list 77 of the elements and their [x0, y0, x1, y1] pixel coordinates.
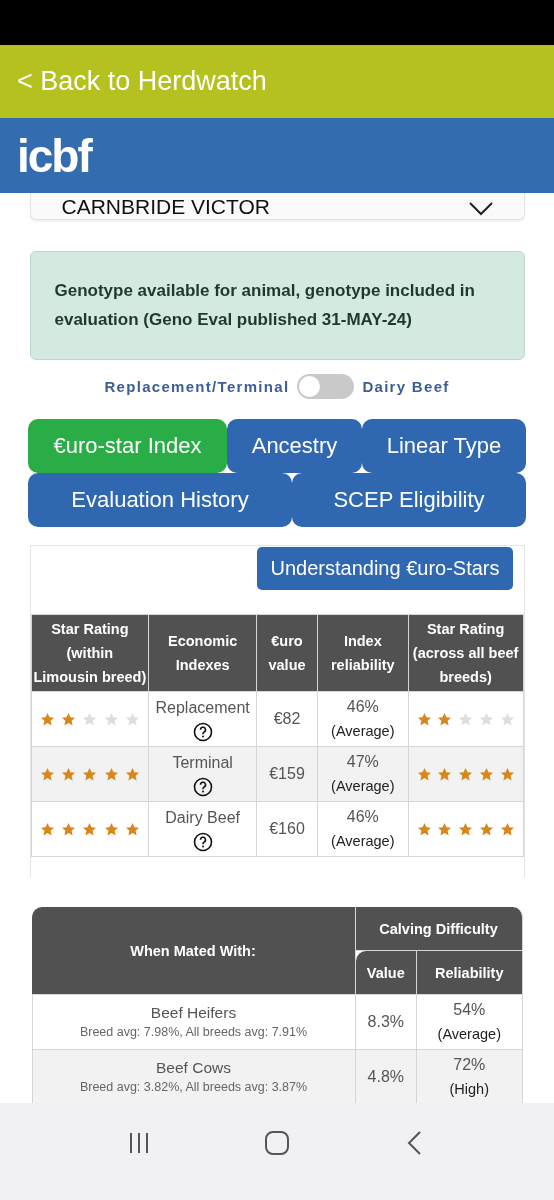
tab[interactable]: €uro-star Index [28, 419, 227, 473]
star-icon [437, 821, 453, 837]
star-icon [125, 766, 141, 782]
tab[interactable]: Ancestry [227, 419, 362, 473]
reliability-value: 46% [345, 697, 380, 717]
tab[interactable]: Linear Type [362, 419, 526, 473]
column-header: Star Rating (across all beef breeds) [408, 614, 523, 692]
star-icon [39, 711, 55, 727]
star-icon [416, 766, 432, 782]
star-icon [458, 821, 474, 837]
column-header: Index reliability [317, 614, 409, 692]
understanding-button[interactable]: Understanding €uro-Stars [257, 547, 513, 590]
star-icon [103, 711, 119, 727]
column-header: Economic Indexes [148, 614, 257, 692]
star-icon [458, 766, 474, 782]
star-icon [416, 821, 432, 837]
index-name: Terminal [171, 753, 234, 773]
star-icon [499, 821, 515, 837]
star-icon [437, 711, 453, 727]
star-icon [125, 711, 141, 727]
star-icon [437, 766, 453, 782]
logo: icbf [17, 132, 91, 179]
star-icon [103, 821, 119, 837]
column-header: Value [355, 951, 418, 995]
reliability-value: 72% [452, 1055, 487, 1075]
reliability-level: (Average) [330, 832, 396, 851]
animal-select[interactable]: CARNBRIDE VICTOR [29, 193, 525, 220]
index-name: Dairy Beef [164, 808, 241, 828]
column-header: When Mated With: [31, 907, 356, 995]
star-icon [82, 766, 98, 782]
star-icon [458, 711, 474, 727]
toggle-label: Replacement/Terminal [104, 378, 290, 395]
star-icon [82, 711, 98, 727]
euro-value: €159 [268, 764, 306, 784]
star-icon [416, 711, 432, 727]
breed-average-note: Breed avg: 7.98%, All breeds avg: 7.91% [78, 1024, 309, 1041]
tab[interactable]: Evaluation History [28, 473, 292, 527]
reliability-level: (Average) [330, 722, 396, 741]
column-header: €uro value [256, 614, 318, 692]
help-icon[interactable] [192, 832, 213, 852]
star-icon [61, 711, 76, 727]
toggle-label: Dairy Beef [362, 378, 450, 395]
reliability-level: (High) [448, 1080, 490, 1099]
star-icon [61, 821, 76, 837]
calving-value: 8.3% [366, 1012, 405, 1032]
breed-average-note: Breed avg: 3.82%, All breeds avg: 3.87% [78, 1079, 309, 1096]
star-icon [499, 766, 515, 782]
reliability-value: 47% [345, 752, 380, 772]
reliability-level: (Average) [330, 777, 396, 796]
star-icon [478, 821, 494, 837]
column-header: Star Rating (within Limousin breed) [31, 614, 149, 692]
star-icon [39, 821, 55, 837]
reliability-level: (Average) [436, 1025, 502, 1044]
star-icon [478, 711, 494, 727]
reliability-value: 46% [345, 807, 380, 827]
help-icon[interactable] [192, 722, 213, 742]
reliability-value: 54% [452, 1000, 487, 1020]
mated-with-name: Beef Heifers [149, 1003, 238, 1023]
euro-value: €160 [268, 819, 306, 839]
tab[interactable]: SCEP Eligibility [292, 473, 526, 527]
column-group-header: Calving Difficulty [355, 907, 523, 951]
star-icon [499, 711, 515, 727]
star-icon [103, 766, 119, 782]
calving-value: 4.8% [366, 1067, 405, 1087]
star-icon [61, 766, 76, 782]
star-icon [125, 821, 141, 837]
star-icon [478, 766, 494, 782]
euro-value: €82 [272, 709, 302, 729]
help-icon[interactable] [192, 777, 213, 797]
chevron-down-icon [467, 201, 494, 217]
index-name: Replacement [154, 698, 251, 718]
star-icon [82, 821, 98, 837]
mated-with-name: Beef Cows [155, 1058, 232, 1078]
index-toggle[interactable] [297, 374, 355, 399]
column-header: Reliability [417, 951, 523, 995]
star-icon [39, 766, 55, 782]
genotype-alert: Genotype available for animal, genotype included in evaluation (Geno Eval published 31-MAY-24) [29, 251, 525, 360]
